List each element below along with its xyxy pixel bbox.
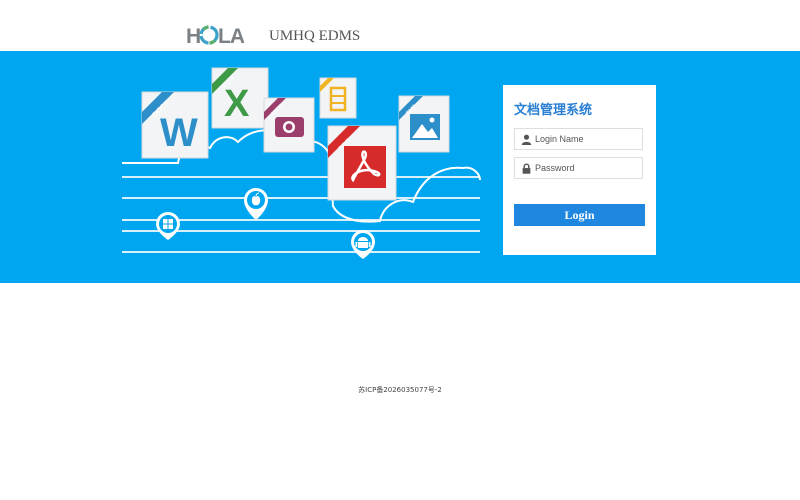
- video-file-icon: [319, 77, 357, 119]
- xlsx-file-icon: XLSX X: [211, 67, 269, 129]
- login-button[interactable]: Login: [514, 204, 645, 226]
- android-pin-icon: [351, 230, 375, 259]
- login-panel: 文档管理系统 Login: [503, 85, 656, 255]
- docx-file-icon: DOCX W: [141, 91, 209, 159]
- jpeg-file-icon: JPEG: [263, 97, 315, 153]
- svg-text:LA: LA: [218, 25, 244, 46]
- header: H LA UMHQ EDMS: [0, 0, 800, 51]
- svg-text:W: W: [160, 111, 198, 155]
- password-input[interactable]: [535, 158, 639, 178]
- hero-illustration: DOCX W XLSX X JPEG PDF BMP: [122, 67, 481, 259]
- lock-icon: [522, 163, 531, 174]
- icp-footer[interactable]: 苏ICP备2026035077号-2: [0, 385, 800, 395]
- windows-pin-icon: [156, 212, 180, 240]
- username-input[interactable]: [535, 129, 639, 149]
- hola-logo-mark: H LA: [186, 25, 244, 46]
- login-title: 文档管理系统: [514, 103, 593, 118]
- svg-text:X: X: [224, 83, 250, 125]
- pdf-file-icon: PDF: [327, 125, 397, 201]
- hola-logo: H LA: [186, 24, 244, 46]
- user-icon: [521, 134, 532, 145]
- app-name: UMHQ EDMS: [269, 28, 361, 44]
- password-field: [514, 157, 643, 179]
- svg-text:H: H: [186, 25, 200, 46]
- username-field: [514, 128, 643, 150]
- apple-pin-icon: [244, 188, 268, 220]
- bmp-file-icon: BMP: [398, 95, 450, 153]
